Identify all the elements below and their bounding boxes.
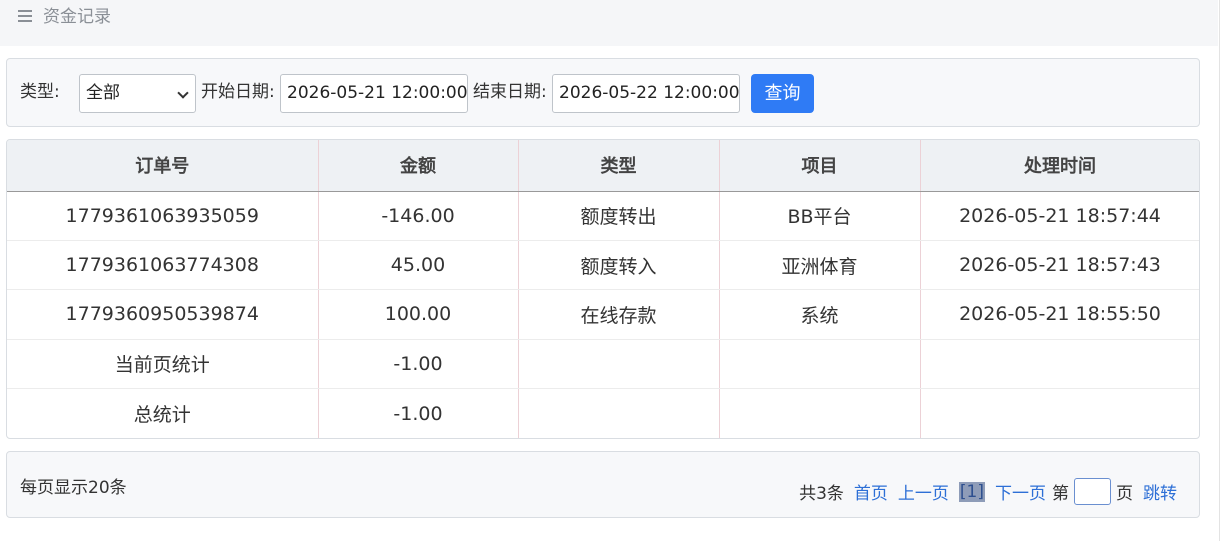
pagination-bar: 每页显示20条 共3条 首页 上一页 [1] 下一页 第 页 跳转: [6, 451, 1200, 518]
next-page-link[interactable]: 下一页: [995, 479, 1046, 504]
cell-project: 亚洲体育: [719, 240, 921, 291]
cell-empty: [920, 339, 1199, 390]
prev-page-link[interactable]: 上一页: [898, 479, 949, 504]
page-header: 资金记录: [0, 0, 1218, 46]
end-date-input[interactable]: 2026-05-22 12:00:00: [552, 74, 740, 113]
table-row: 1779360950539874 100.00 在线存款 系统 2026-05-…: [7, 289, 1199, 340]
column-header-amount: 金额: [318, 140, 519, 192]
cell-time: 2026-05-21 18:57:44: [920, 191, 1199, 241]
cell-empty: [518, 388, 720, 438]
cell-time: 2026-05-21 18:55:50: [920, 289, 1199, 340]
per-page-text: 每页显示20条: [20, 478, 127, 498]
cell-empty: [920, 388, 1199, 438]
column-header-time: 处理时间: [920, 140, 1199, 192]
page-summary-row: 当前页统计 -1.00: [7, 339, 1199, 390]
type-select-value: 全部: [86, 83, 120, 103]
cell-time: 2026-05-21 18:57:43: [920, 240, 1199, 291]
goto-page-input[interactable]: [1074, 478, 1111, 505]
type-label: 类型:: [20, 82, 60, 102]
menu-icon[interactable]: [18, 9, 32, 23]
goto-suffix: 页: [1116, 484, 1133, 504]
cell-type: 额度转入: [518, 240, 720, 291]
jump-link[interactable]: 跳转: [1143, 479, 1177, 504]
column-header-order-no: 订单号: [7, 140, 319, 192]
table-header-row: 订单号 金额 类型 项目 处理时间: [7, 140, 1199, 192]
cell-order-no: 1779361063935059: [7, 191, 319, 241]
goto-prefix: 第: [1052, 484, 1069, 504]
type-select[interactable]: 全部: [79, 74, 196, 113]
total-summary-row: 总统计 -1.00: [7, 388, 1199, 438]
end-date-label: 结束日期:: [473, 82, 547, 102]
cell-amount: -146.00: [318, 191, 519, 241]
table-row: 1779361063935059 -146.00 额度转出 BB平台 2026-…: [7, 191, 1199, 241]
start-date-input[interactable]: 2026-05-21 12:00:00: [280, 74, 468, 113]
vertical-scrollbar[interactable]: [1219, 0, 1232, 541]
cell-type: 在线存款: [518, 289, 720, 340]
cell-amount: -1.00: [318, 388, 519, 438]
table-row: 1779361063774308 45.00 额度转入 亚洲体育 2026-05…: [7, 240, 1199, 291]
column-header-project: 项目: [719, 140, 921, 192]
cell-empty: [518, 339, 720, 390]
column-header-type: 类型: [518, 140, 720, 192]
cell-order-no: 1779360950539874: [7, 289, 319, 340]
total-count: 共3条: [799, 484, 844, 504]
cell-amount: 45.00: [318, 240, 519, 291]
page-title: 资金记录: [43, 7, 111, 27]
query-button[interactable]: 查询: [751, 74, 814, 113]
cell-amount: -1.00: [318, 339, 519, 390]
records-table: 订单号 金额 类型 项目 处理时间 1779361063935059 -146.…: [6, 139, 1200, 439]
cell-type: 额度转出: [518, 191, 720, 241]
cell-empty: [719, 339, 921, 390]
first-page-link[interactable]: 首页: [854, 479, 888, 504]
pagination-nav: 共3条 首页 上一页 [1] 下一页 第 页 跳转: [799, 478, 1177, 505]
cell-project: 系统: [719, 289, 921, 340]
start-date-label: 开始日期:: [201, 82, 275, 102]
chevron-down-icon: [177, 87, 189, 99]
cell-empty: [719, 388, 921, 438]
cell-summary-label: 当前页统计: [7, 339, 319, 390]
cell-project: BB平台: [719, 191, 921, 241]
current-page: [1]: [958, 481, 985, 502]
cell-summary-label: 总统计: [7, 388, 319, 438]
cell-amount: 100.00: [318, 289, 519, 340]
filter-bar: 类型: 全部 开始日期: 2026-05-21 12:00:00 结束日期: 2…: [6, 58, 1200, 127]
cell-order-no: 1779361063774308: [7, 240, 319, 291]
